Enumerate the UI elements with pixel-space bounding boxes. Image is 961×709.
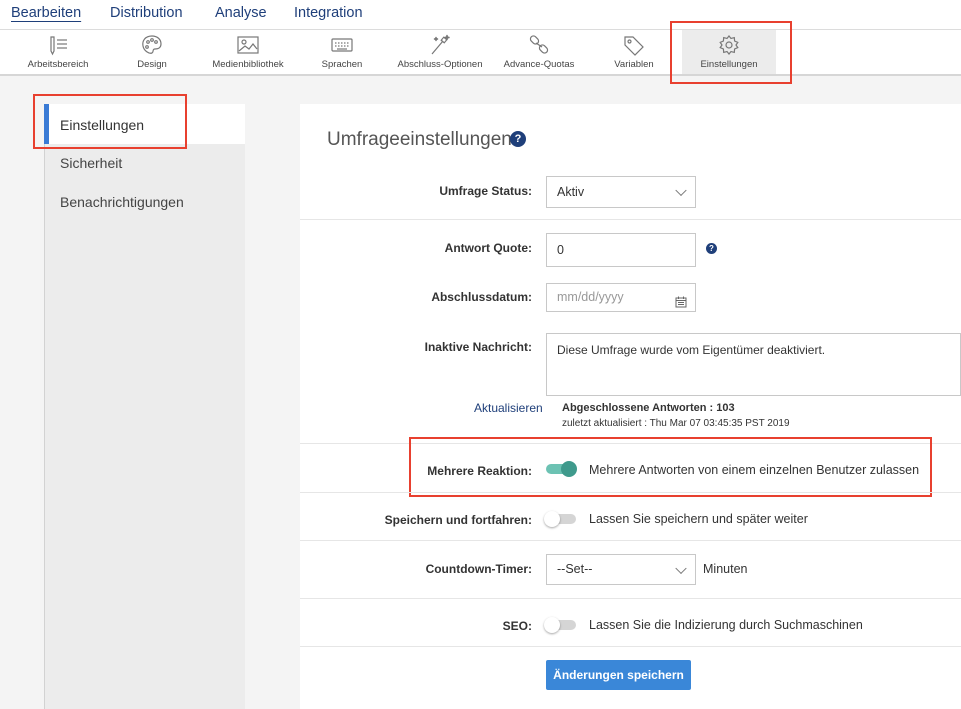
toolbar-label: Abschluss-Optionen bbox=[397, 59, 483, 70]
countdown-unit: Minuten bbox=[703, 562, 748, 576]
close-date-label: Abschlussdatum: bbox=[431, 290, 532, 304]
chevron-down-icon bbox=[675, 184, 687, 197]
save-continue-text: Lassen Sie speichern und später weiter bbox=[589, 512, 808, 526]
page-title: Umfrageeinstellungen bbox=[327, 129, 512, 150]
completed-responses: Abgeschlossene Antworten : 103 bbox=[562, 402, 735, 414]
palette-icon bbox=[140, 34, 164, 56]
toggle-knob bbox=[544, 511, 560, 527]
countdown-label: Countdown-Timer: bbox=[425, 562, 532, 576]
countdown-value: --Set-- bbox=[557, 562, 593, 576]
toggle-knob bbox=[544, 617, 560, 633]
inactive-message-textarea[interactable]: Diese Umfrage wurde vom Eigentümer deakt… bbox=[546, 333, 961, 396]
toolbar-label: Variablen bbox=[614, 59, 654, 70]
toolbar-medienbibliothek[interactable]: Medienbibliothek bbox=[204, 30, 292, 74]
toolbar-variablen[interactable]: Variablen bbox=[602, 30, 666, 74]
toolbar-label: Medienbibliothek bbox=[212, 59, 284, 70]
highlight-box-einstellungen-tool bbox=[670, 21, 792, 84]
divider bbox=[300, 598, 961, 599]
inactive-message-value: Diese Umfrage wurde vom Eigentümer deakt… bbox=[557, 343, 826, 357]
sidebar-item-benachrichtigungen[interactable]: Benachrichtigungen bbox=[60, 194, 184, 210]
help-icon[interactable]: ? bbox=[706, 243, 717, 254]
highlight-box-multi-response bbox=[409, 437, 932, 497]
last-updated: zuletzt aktualisiert : Thu Mar 07 03:45:… bbox=[562, 418, 790, 429]
save-changes-button[interactable]: Änderungen speichern bbox=[546, 660, 691, 690]
refresh-link[interactable]: Aktualisieren bbox=[474, 401, 543, 415]
toolbar-arbeitsbereich[interactable]: Arbeitsbereich bbox=[20, 30, 96, 74]
inactive-message-label: Inaktive Nachricht: bbox=[424, 340, 532, 354]
divider bbox=[300, 492, 961, 493]
quota-input[interactable]: 0 bbox=[546, 233, 696, 267]
top-nav: Bearbeiten Distribution Analyse Integrat… bbox=[0, 0, 961, 30]
toolbar-label: Sprachen bbox=[321, 59, 363, 70]
divider bbox=[300, 646, 961, 647]
keyboard-icon bbox=[330, 34, 354, 56]
toolbar-advance-quotas[interactable]: Advance-Quotas bbox=[498, 30, 580, 74]
toolbar-sprachen[interactable]: Sprachen bbox=[312, 30, 372, 74]
workspace-icon bbox=[46, 34, 70, 56]
quota-value: 0 bbox=[557, 243, 564, 257]
chain-link-icon bbox=[527, 34, 551, 56]
close-date-input[interactable]: mm/dd/yyyy bbox=[546, 283, 696, 312]
close-date-placeholder: mm/dd/yyyy bbox=[557, 290, 624, 304]
seo-toggle[interactable] bbox=[544, 617, 576, 633]
status-label: Umfrage Status: bbox=[439, 184, 532, 198]
toolbar-design[interactable]: Design bbox=[120, 30, 184, 74]
seo-label: SEO: bbox=[502, 619, 532, 633]
toolbar-label: Design bbox=[137, 59, 167, 70]
help-icon[interactable]: ? bbox=[510, 131, 526, 147]
highlight-box-sidebar bbox=[33, 94, 187, 149]
tab-integration[interactable]: Integration bbox=[294, 5, 363, 21]
status-select[interactable]: Aktiv bbox=[546, 176, 696, 208]
chevron-down-icon bbox=[675, 562, 687, 574]
seo-text: Lassen Sie die Indizierung durch Suchmas… bbox=[589, 618, 863, 632]
sidebar-item-sicherheit[interactable]: Sicherheit bbox=[60, 155, 122, 171]
divider bbox=[300, 540, 961, 541]
image-icon bbox=[236, 34, 260, 56]
countdown-select[interactable]: --Set-- bbox=[546, 554, 696, 585]
toolbar-label: Arbeitsbereich bbox=[27, 59, 89, 70]
tab-analyse[interactable]: Analyse bbox=[215, 5, 267, 21]
calendar-icon[interactable] bbox=[675, 291, 687, 308]
toolbar-abschluss-optionen[interactable]: Abschluss-Optionen bbox=[392, 30, 488, 74]
tab-bearbeiten[interactable]: Bearbeiten bbox=[11, 5, 81, 21]
tab-distribution[interactable]: Distribution bbox=[110, 5, 183, 21]
quota-label: Antwort Quote: bbox=[444, 241, 532, 255]
magic-wand-icon bbox=[428, 34, 452, 56]
toolbar-label: Advance-Quotas bbox=[503, 59, 575, 70]
save-continue-label: Speichern und fortfahren: bbox=[384, 513, 532, 527]
toolbar: Arbeitsbereich Design Medienbibliothek S… bbox=[0, 30, 961, 76]
status-value: Aktiv bbox=[557, 185, 585, 199]
save-continue-toggle[interactable] bbox=[544, 511, 576, 527]
tag-icon bbox=[622, 34, 646, 56]
divider bbox=[300, 219, 961, 220]
